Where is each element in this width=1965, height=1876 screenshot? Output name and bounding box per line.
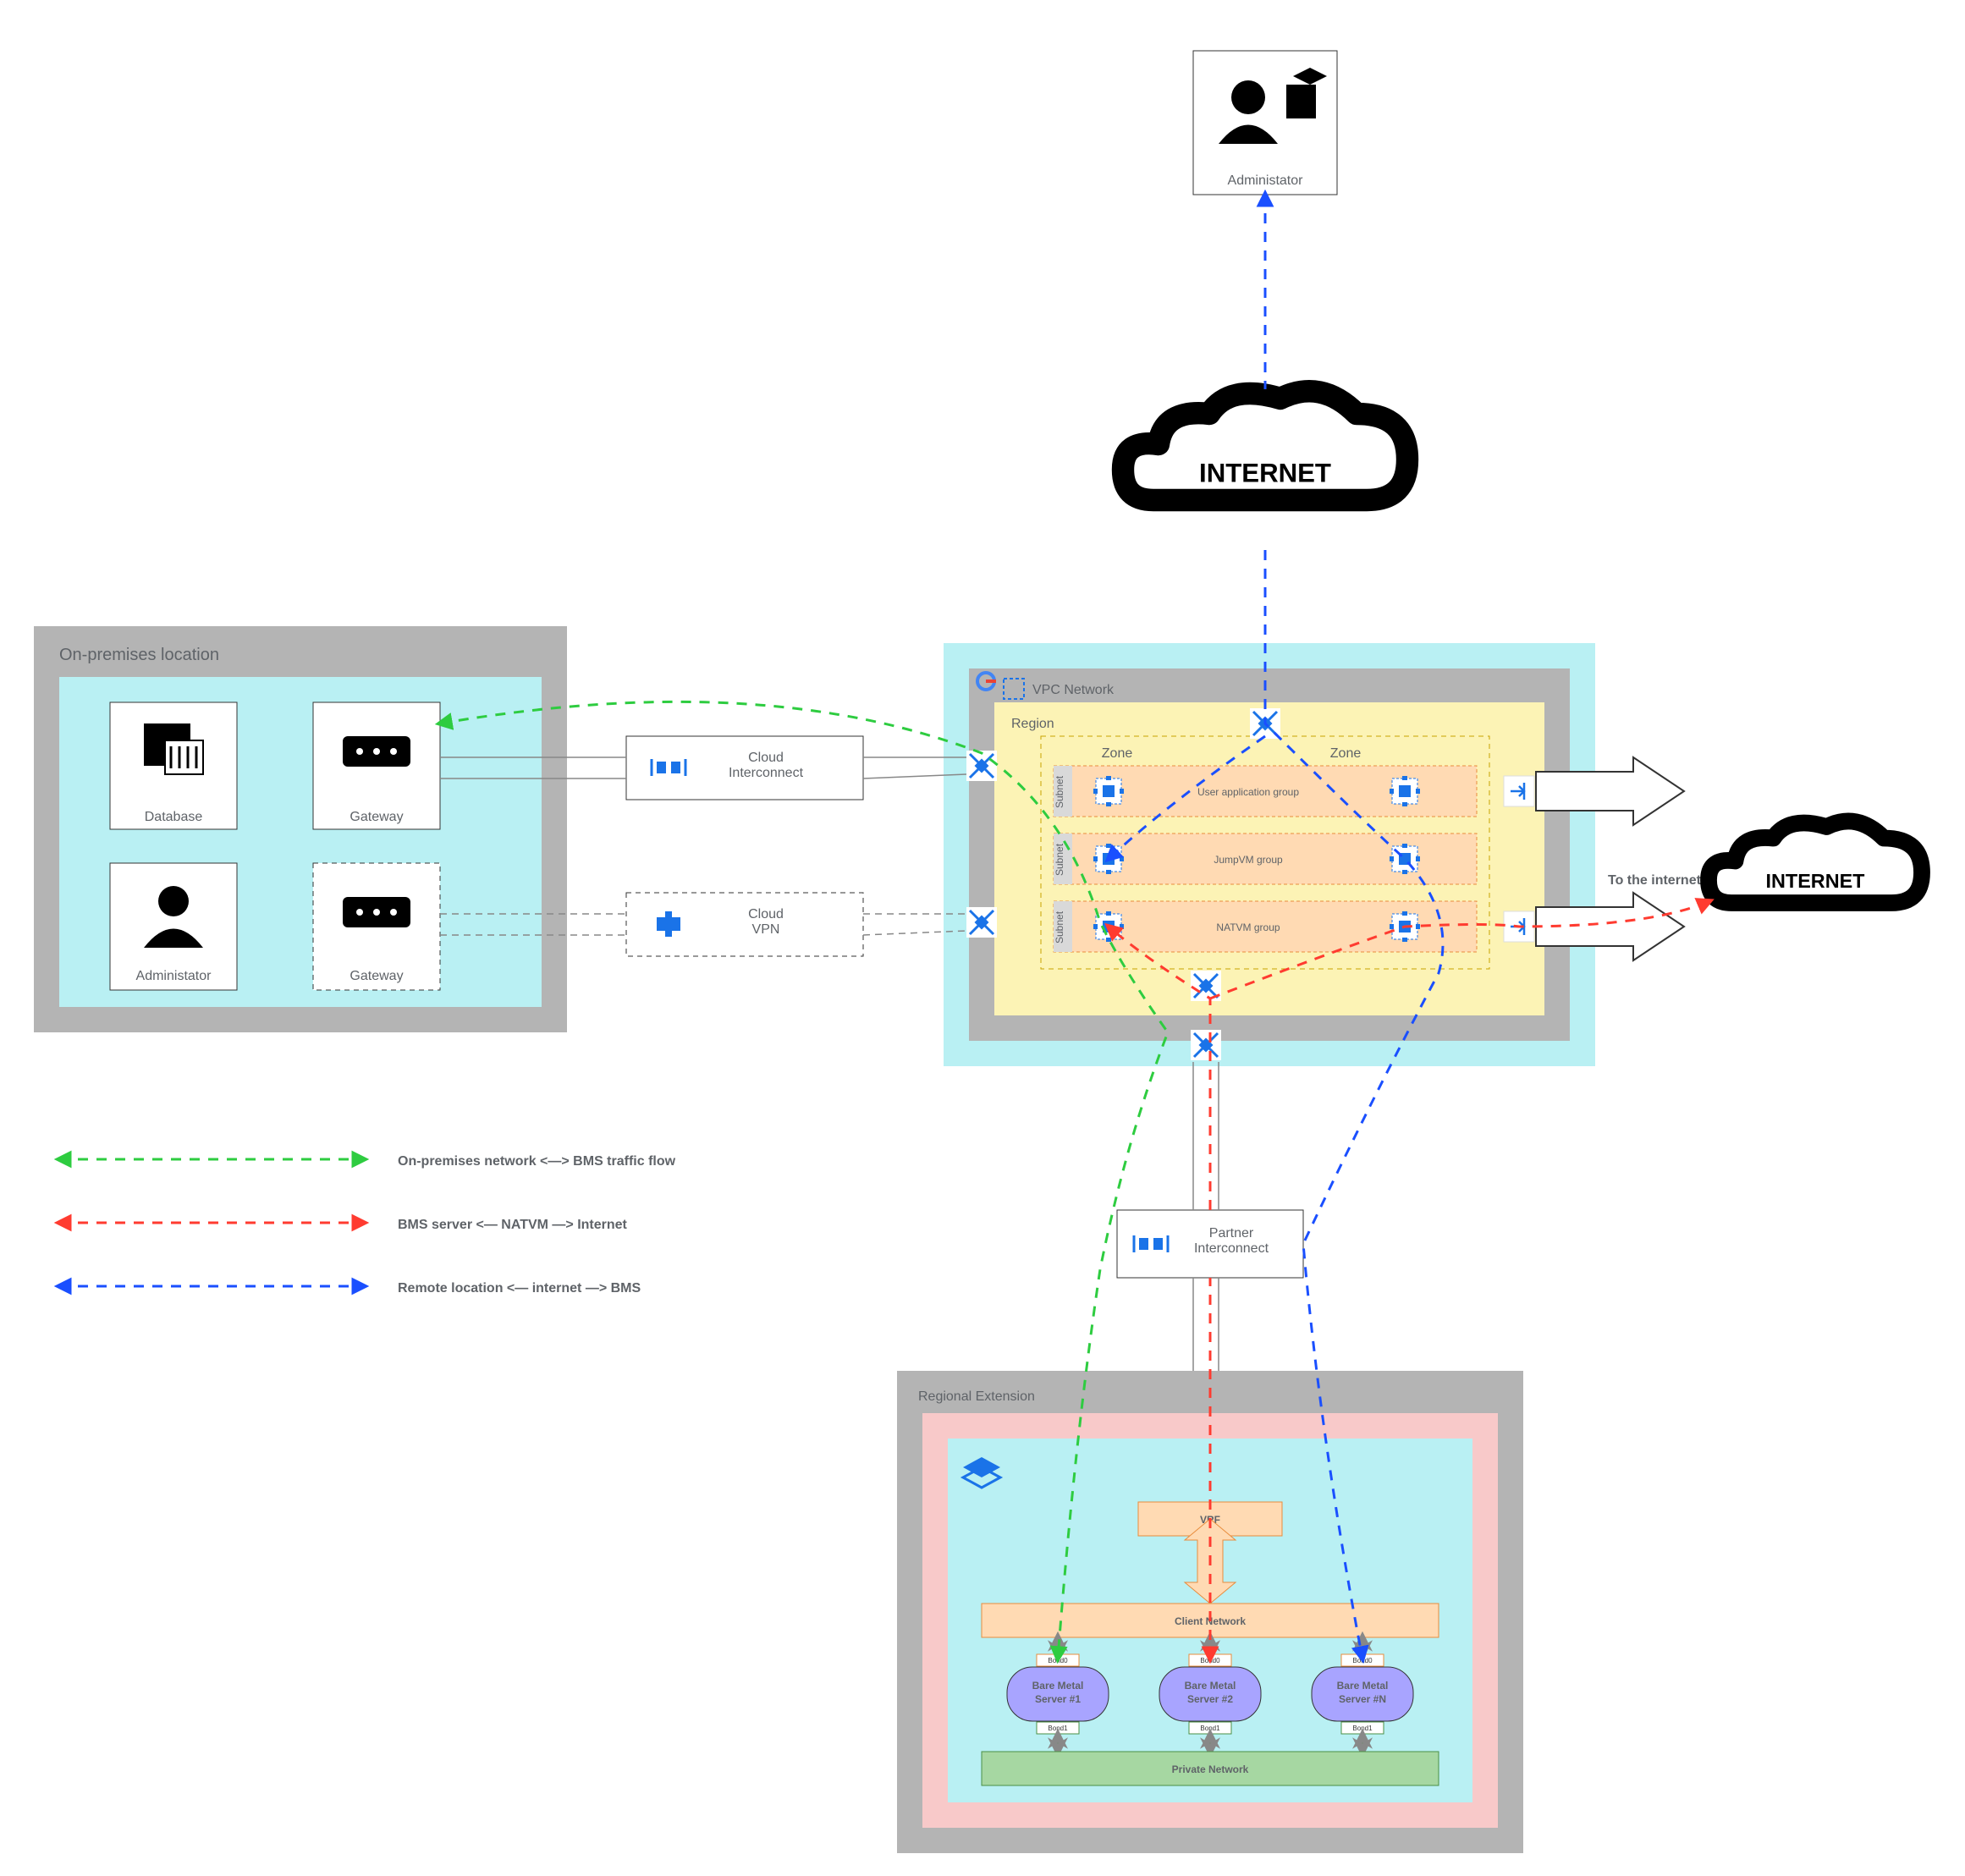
router-icon xyxy=(1191,1030,1221,1060)
svg-text:INTERNET: INTERNET xyxy=(1199,458,1331,487)
router-icon xyxy=(966,907,997,938)
vpc-title: VPC Network xyxy=(1032,683,1115,697)
database-label: Database xyxy=(145,810,203,824)
gateway1-label: Gateway xyxy=(350,810,403,824)
svg-text:Subnet: Subnet xyxy=(1054,775,1065,808)
region-label: Region xyxy=(1011,717,1054,731)
legend-blue: Remote location <— internet —> BMS xyxy=(398,1281,641,1296)
router-icon xyxy=(966,751,997,781)
natvm-label: NATVM group xyxy=(1216,921,1280,933)
gateway1-node: Gateway xyxy=(313,702,440,829)
admin-top-node: Administator xyxy=(1193,51,1337,195)
onprem-admin-label: Administator xyxy=(136,969,212,983)
gateway2-label: Gateway xyxy=(350,969,403,983)
gateway2-node: Gateway xyxy=(313,863,440,990)
cloud-interconnect-node: CloudInterconnect xyxy=(626,736,863,800)
subnet-jump: Subnet JumpVM group xyxy=(1054,833,1477,884)
partner-interconnect-node: PartnerInterconnect xyxy=(1117,1210,1303,1278)
priv-net-label: Private Network xyxy=(1172,1763,1249,1775)
subnet-natvm: Subnet NATVM group xyxy=(1054,901,1477,952)
legend-green: On-premises network <—> BMS traffic flow xyxy=(398,1154,676,1169)
zone2-label: Zone xyxy=(1330,746,1362,761)
admin-top-label: Administator xyxy=(1228,173,1304,188)
onprem-admin-node: Administator xyxy=(110,863,237,990)
onprem-title: On-premises location xyxy=(59,646,219,664)
svg-text:Subnet: Subnet xyxy=(1054,843,1065,876)
jump-label: JumpVM group xyxy=(1214,854,1283,866)
uag-label: User application group xyxy=(1197,786,1299,798)
subnet-uag: Subnet User application group xyxy=(1054,766,1477,817)
internet-right: INTERNET xyxy=(1709,821,1922,903)
cloud-vpn-node: CloudVPN xyxy=(626,893,863,956)
legend-red: BMS server <— NATVM —> Internet xyxy=(398,1218,628,1232)
vpc-container: VPC Network Region Zone Zone Subnet User… xyxy=(944,643,1595,1066)
onprem-container: On-premises location Database Gateway Ad… xyxy=(34,626,567,1032)
svg-text:Bond0: Bond0 xyxy=(1048,1657,1068,1664)
svg-text:INTERNET: INTERNET xyxy=(1766,870,1866,892)
nat-gateway-icon xyxy=(1504,776,1534,806)
svg-text:Subnet: Subnet xyxy=(1054,910,1065,944)
internet-top: INTERNET xyxy=(1123,391,1407,500)
regional-ext-title: Regional Extension xyxy=(918,1389,1035,1404)
svg-text:Bond1: Bond1 xyxy=(1352,1725,1373,1732)
svg-text:Bond1: Bond1 xyxy=(1200,1725,1220,1732)
legend: On-premises network <—> BMS traffic flow… xyxy=(59,1154,676,1296)
to-internet-label: To the internet xyxy=(1608,873,1702,888)
database-node: Database xyxy=(110,702,237,829)
zone1-label: Zone xyxy=(1102,746,1133,761)
svg-text:Bond1: Bond1 xyxy=(1048,1725,1068,1732)
svg-text:CloudVPN: CloudVPN xyxy=(748,907,784,937)
